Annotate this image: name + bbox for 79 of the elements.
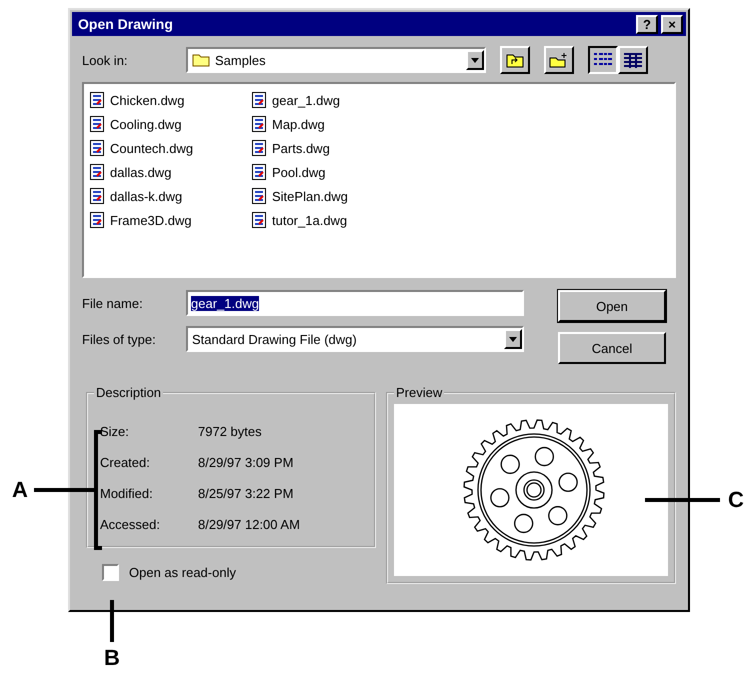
drawing-file-icon <box>90 188 104 204</box>
file-type-label: Files of type: <box>82 332 157 346</box>
file-name-label: File name: <box>82 296 144 310</box>
file-item[interactable]: Cooling.dwg <box>90 112 222 136</box>
read-only-label: Open as read-only <box>129 565 236 580</box>
details-view-icon <box>623 52 643 68</box>
file-name: Parts.dwg <box>272 140 330 156</box>
drawing-file-icon <box>90 92 104 108</box>
read-only-checkbox[interactable] <box>102 564 119 581</box>
file-name: Cooling.dwg <box>110 116 182 132</box>
folder-icon <box>192 53 210 67</box>
file-item[interactable]: dallas-k.dwg <box>90 184 222 208</box>
open-button[interactable]: Open <box>558 290 666 322</box>
file-item[interactable]: Chicken.dwg <box>90 88 222 112</box>
window-title: Open Drawing <box>78 16 173 32</box>
file-name: SitePlan.dwg <box>272 188 348 204</box>
callout-label: C <box>728 487 744 513</box>
drawing-file-icon <box>90 164 104 180</box>
file-name: Frame3D.dwg <box>110 212 192 228</box>
look-in-label: Look in: <box>82 52 129 68</box>
dropdown-button[interactable] <box>466 50 484 70</box>
file-item[interactable]: Countech.dwg <box>90 136 222 160</box>
list-view-icon <box>593 52 613 68</box>
file-type-value: Standard Drawing File (dwg) <box>192 332 357 346</box>
drawing-file-icon <box>252 140 266 156</box>
file-item[interactable]: gear_1.dwg <box>252 88 384 112</box>
file-item[interactable]: SitePlan.dwg <box>252 184 384 208</box>
description-value: 8/25/97 3:22 PM <box>198 486 294 501</box>
file-item[interactable]: Frame3D.dwg <box>90 208 222 232</box>
folder-up-icon <box>506 52 524 68</box>
file-item[interactable]: Map.dwg <box>252 112 384 136</box>
preview-title: Preview <box>394 385 444 400</box>
callout-label: B <box>104 645 120 671</box>
look-in-dropdown[interactable]: Samples <box>186 47 486 73</box>
file-name: Pool.dwg <box>272 164 326 180</box>
dropdown-button[interactable] <box>504 329 522 349</box>
file-item[interactable]: Parts.dwg <box>252 136 384 160</box>
caret-icon <box>509 336 517 342</box>
drawing-file-icon <box>90 116 104 132</box>
drawing-file-icon <box>252 116 266 132</box>
leader-line <box>109 600 115 642</box>
file-name: dallas.dwg <box>110 164 172 180</box>
description-label: Created: <box>100 455 151 470</box>
description-value: 7972 bytes <box>198 424 262 439</box>
list-view-button[interactable] <box>588 46 618 74</box>
file-name: dallas-k.dwg <box>110 188 182 204</box>
caret-icon <box>471 58 479 62</box>
drawing-file-icon <box>90 140 104 156</box>
help-button[interactable]: ? <box>636 14 658 34</box>
up-folder-button[interactable] <box>500 46 530 74</box>
look-in-value: Samples <box>215 52 266 68</box>
description-label: Modified: <box>100 486 154 501</box>
drawing-file-icon <box>252 164 266 180</box>
file-name-value: gear_1.dwg <box>191 296 259 310</box>
file-type-dropdown[interactable]: Standard Drawing File (dwg) <box>186 326 524 352</box>
close-button[interactable]: × <box>661 14 683 34</box>
new-folder-icon <box>549 52 569 68</box>
file-name: Countech.dwg <box>110 140 194 156</box>
description-label: Size: <box>100 424 130 439</box>
file-name: gear_1.dwg <box>272 92 340 108</box>
file-name-field[interactable]: gear_1.dwg <box>186 290 524 316</box>
cancel-button[interactable]: Cancel <box>558 332 666 364</box>
description-value: 8/29/97 12:00 AM <box>198 517 300 532</box>
callout-label: A <box>12 477 28 503</box>
drawing-file-icon <box>252 212 266 228</box>
description-label: Accessed: <box>100 517 161 532</box>
file-name: Map.dwg <box>272 116 325 132</box>
file-item[interactable]: tutor_1a.dwg <box>252 208 384 232</box>
file-name: Chicken.dwg <box>110 92 184 108</box>
description-value: 8/29/97 3:09 PM <box>198 455 294 470</box>
file-item[interactable]: dallas.dwg <box>90 160 222 184</box>
file-name: tutor_1a.dwg <box>272 212 348 228</box>
drawing-file-icon <box>252 188 266 204</box>
details-view-button[interactable] <box>618 46 648 74</box>
drawing-file-icon <box>90 212 104 228</box>
drawing-file-icon <box>252 92 266 108</box>
file-item[interactable]: Pool.dwg <box>252 160 384 184</box>
description-title: Description <box>94 385 164 400</box>
new-folder-button[interactable] <box>544 46 574 74</box>
